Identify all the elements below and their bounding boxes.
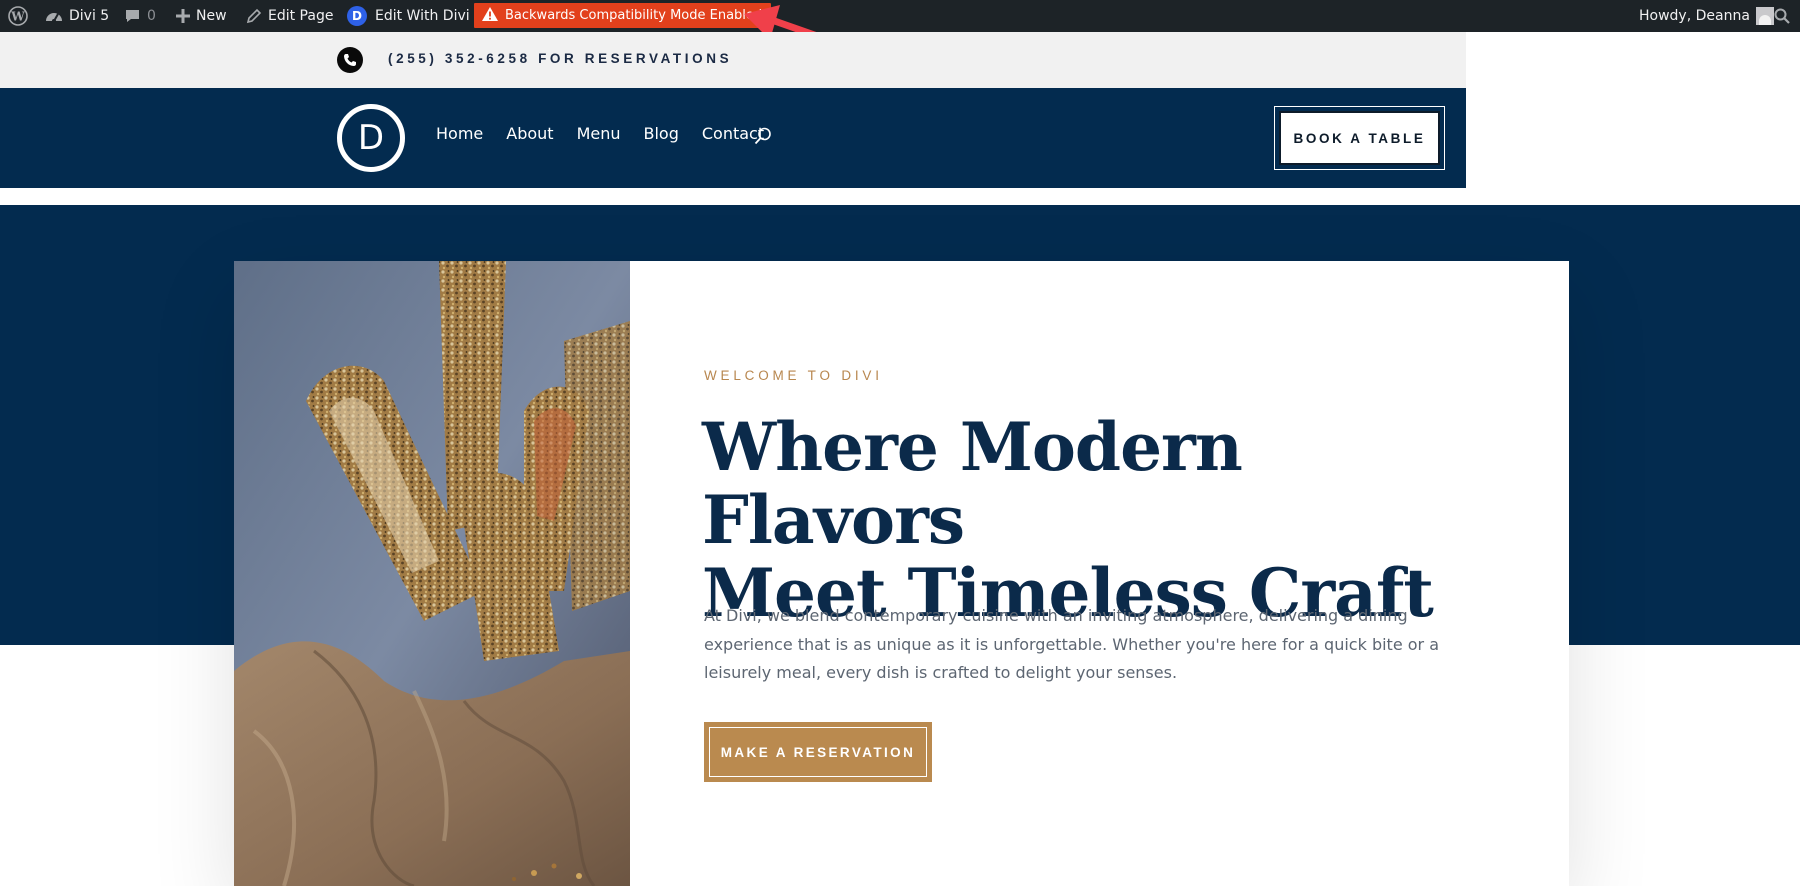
nav-menu[interactable]: Menu <box>577 124 621 143</box>
main-header: D Home About Menu Blog Contact BOOK A TA… <box>0 88 1466 188</box>
hero-body: At Divi, we blend contemporary cuisine w… <box>704 606 1440 682</box>
wordpress-logo-button[interactable]: W <box>8 0 28 32</box>
site-name: Divi 5 <box>69 8 110 24</box>
site-name-menu[interactable]: Divi 5 <box>45 0 109 32</box>
edit-with-divi-label: Edit With Divi <box>375 8 470 24</box>
admin-search-button[interactable] <box>1774 0 1790 32</box>
avatar <box>1755 7 1774 25</box>
hero-headline-line-1: Where Modern Flavors <box>702 408 1243 559</box>
nav-search-icon[interactable] <box>754 127 772 150</box>
wp-admin-bar: W Divi 5 0 New Edit Page D Edit With Div… <box>0 0 1800 32</box>
comment-icon <box>124 8 141 24</box>
logo-letter: D <box>357 118 385 158</box>
make-reservation-inner: MAKE A RESERVATION <box>709 727 927 777</box>
comments-count: 0 <box>147 8 156 24</box>
book-a-table-button[interactable]: BOOK A TABLE <box>1274 106 1445 170</box>
svg-text:W: W <box>10 10 25 24</box>
edit-with-divi-button[interactable]: D Edit With Divi <box>347 0 470 32</box>
search-icon <box>1774 8 1790 24</box>
hero-card: WELCOME TO DIVI Where Modern Flavors Mee… <box>234 261 1569 886</box>
new-content-button[interactable]: New <box>176 0 227 32</box>
book-a-table-label: BOOK A TABLE <box>1293 130 1426 146</box>
edit-page-label: Edit Page <box>268 8 334 24</box>
compatibility-notice-text: Backwards Compatibility Mode Enabled <box>505 8 763 23</box>
make-reservation-button[interactable]: MAKE A RESERVATION <box>704 722 932 782</box>
my-account-menu[interactable]: Howdy, Deanna <box>1639 0 1774 32</box>
nav-home[interactable]: Home <box>436 124 483 143</box>
wordpress-icon: W <box>8 6 28 26</box>
divi-icon: D <box>347 6 367 26</box>
edit-page-button[interactable]: Edit Page <box>246 0 333 32</box>
comments-button[interactable]: 0 <box>124 0 156 32</box>
hero-eyebrow: WELCOME TO DIVI <box>704 368 883 383</box>
phone-icon <box>337 47 363 73</box>
plus-icon <box>176 9 190 23</box>
dashboard-icon <box>45 8 63 24</box>
greeting: Howdy, Deanna <box>1639 8 1750 24</box>
book-a-table-inner: BOOK A TABLE <box>1279 111 1440 165</box>
primary-menu: Home About Menu Blog Contact <box>436 124 764 143</box>
hero-headline: Where Modern Flavors Meet Timeless Craft <box>702 411 1522 630</box>
top-info-bar: (255) 352-6258 FOR RESERVATIONS <box>0 32 1466 88</box>
site-logo[interactable]: D <box>337 104 405 172</box>
hero-bread-photo <box>234 261 630 886</box>
nav-blog[interactable]: Blog <box>644 124 679 143</box>
nav-about[interactable]: About <box>506 124 553 143</box>
new-label: New <box>196 8 227 24</box>
warning-icon <box>482 6 498 25</box>
make-reservation-label: MAKE A RESERVATION <box>720 744 916 760</box>
reservation-phone[interactable]: (255) 352-6258 FOR RESERVATIONS <box>388 51 732 66</box>
pencil-icon <box>246 8 262 24</box>
compatibility-mode-notice[interactable]: Backwards Compatibility Mode Enabled <box>474 3 772 28</box>
